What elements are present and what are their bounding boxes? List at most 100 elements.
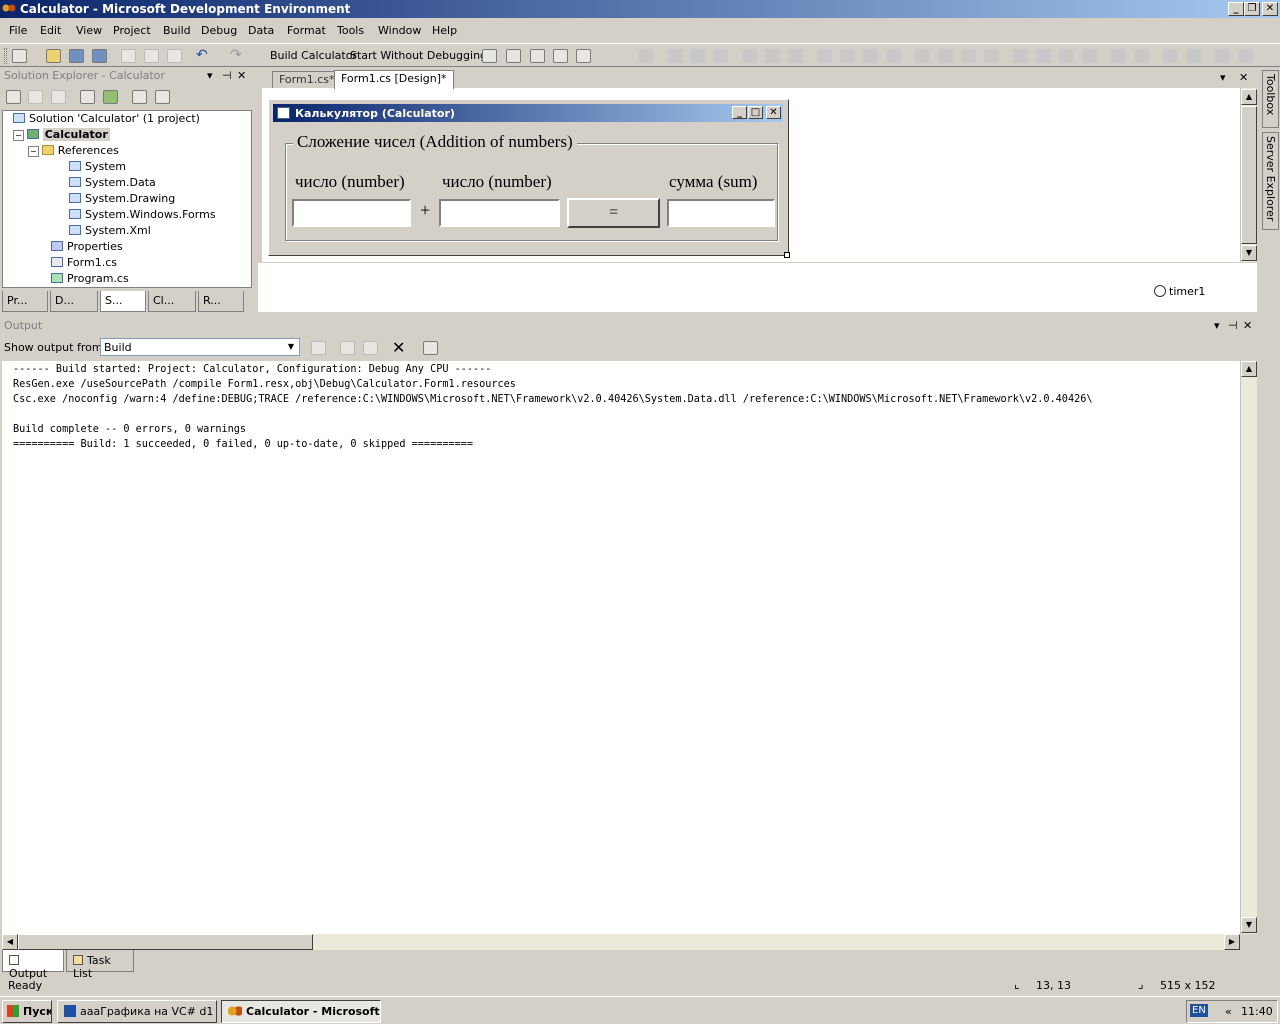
align-icon[interactable]: [668, 49, 683, 63]
order-icon[interactable]: [1186, 49, 1201, 63]
toolbar-tool-icon[interactable]: [576, 49, 591, 63]
scroll-left-icon[interactable]: ◀: [2, 934, 18, 950]
tree-item-reference[interactable]: System.Drawing: [69, 192, 175, 205]
menu-build[interactable]: Build: [163, 24, 191, 37]
tab-class-view[interactable]: Cl...: [148, 291, 196, 312]
tab-output[interactable]: Output: [2, 950, 64, 980]
textbox-sum[interactable]: [667, 199, 775, 227]
tree-item-reference[interactable]: System.Xml: [69, 224, 151, 237]
tree-item-references[interactable]: − References: [28, 144, 119, 157]
resize-handle[interactable]: [784, 252, 790, 258]
align-icon[interactable]: [638, 49, 653, 63]
label-sum[interactable]: сумма (sum): [669, 172, 757, 192]
menu-view[interactable]: View: [76, 24, 102, 37]
menu-file[interactable]: File: [9, 24, 27, 37]
scroll-thumb[interactable]: [18, 934, 313, 950]
cut-icon[interactable]: [121, 49, 136, 63]
align-icon[interactable]: [788, 49, 803, 63]
start-without-debugging-button[interactable]: Start Without Debugging: [350, 49, 487, 62]
scroll-up-icon[interactable]: ▲: [1241, 361, 1257, 377]
tab-form1-code[interactable]: Form1.cs*: [272, 71, 342, 88]
save-icon[interactable]: [69, 49, 84, 63]
tab-properties[interactable]: Pr...: [2, 291, 48, 312]
equals-button[interactable]: =: [567, 198, 660, 228]
toolbox-tab[interactable]: Toolbox: [1262, 70, 1279, 128]
redo-icon[interactable]: ↷: [230, 48, 245, 63]
spacing-icon[interactable]: [961, 49, 976, 63]
tree-item-reference[interactable]: System.Windows.Forms: [69, 208, 216, 221]
tab-dropdown-icon[interactable]: ▾: [1220, 72, 1226, 83]
menu-edit[interactable]: Edit: [40, 24, 61, 37]
toolbar-tool-icon[interactable]: [553, 49, 568, 63]
refresh-icon[interactable]: [103, 90, 118, 104]
spacing-icon[interactable]: [1082, 49, 1097, 63]
menu-window[interactable]: Window: [378, 24, 421, 37]
properties-icon[interactable]: [6, 90, 21, 104]
toolbar-tool-icon[interactable]: [530, 49, 545, 63]
undo-icon[interactable]: ↶: [196, 48, 211, 63]
scroll-right-icon[interactable]: ▶: [1224, 934, 1240, 950]
show-all-files-icon[interactable]: [80, 90, 95, 104]
pin-icon[interactable]: ⊣: [1228, 320, 1238, 331]
restore-button[interactable]: ❐: [1244, 2, 1260, 16]
menu-tools[interactable]: Tools: [337, 24, 364, 37]
dropdown-icon[interactable]: ▾: [207, 70, 213, 81]
taskbar-item-calculator[interactable]: Calculator - Microsoft...: [221, 1000, 381, 1023]
label-number-1[interactable]: число (number): [295, 172, 405, 192]
spacing-icon[interactable]: [915, 49, 930, 63]
prev-message-icon[interactable]: [340, 341, 355, 355]
output-vscroll[interactable]: ▲ ▼: [1240, 361, 1257, 934]
expand-tray-icon[interactable]: «: [1225, 1005, 1232, 1018]
pin-icon[interactable]: ⊣: [222, 70, 232, 81]
close-document-icon[interactable]: ✕: [1239, 72, 1248, 83]
align-icon[interactable]: [742, 49, 757, 63]
menu-format[interactable]: Format: [287, 24, 326, 37]
tree-item-reference[interactable]: System: [69, 160, 126, 173]
calculator-form[interactable]: Калькулятор (Calculator) _ □ ✕ Сложение …: [268, 99, 789, 256]
spacing-icon[interactable]: [984, 49, 999, 63]
go-to-line-icon[interactable]: [311, 341, 326, 355]
close-icon[interactable]: ✕: [237, 70, 246, 81]
server-explorer-tab[interactable]: Server Explorer: [1262, 132, 1279, 230]
size-icon[interactable]: [840, 49, 855, 63]
collapse-icon[interactable]: −: [13, 130, 24, 141]
tree-item-program[interactable]: Program.cs: [51, 272, 129, 285]
scroll-up-icon[interactable]: ▲: [1241, 89, 1257, 105]
order-icon[interactable]: [1163, 49, 1178, 63]
next-message-icon[interactable]: [363, 341, 378, 355]
align-icon[interactable]: [765, 49, 780, 63]
menu-help[interactable]: Help: [432, 24, 457, 37]
word-wrap-icon[interactable]: [423, 341, 438, 355]
menu-debug[interactable]: Debug: [201, 24, 237, 37]
spacing-icon[interactable]: [1059, 49, 1074, 63]
textbox-number-1[interactable]: [292, 199, 411, 227]
folder-icon[interactable]: [51, 90, 66, 104]
scroll-thumb[interactable]: [1241, 106, 1257, 244]
toolbar-tool-icon[interactable]: [482, 49, 497, 63]
align-icon[interactable]: [713, 49, 728, 63]
save-all-icon[interactable]: [92, 49, 107, 63]
output-source-select[interactable]: Build ▼: [100, 338, 300, 356]
dropdown-icon[interactable]: ▾: [1214, 320, 1220, 331]
copy-icon[interactable]: [144, 49, 159, 63]
show-files-icon[interactable]: [28, 90, 43, 104]
chevron-down-icon[interactable]: ▼: [284, 340, 298, 354]
timer1-component[interactable]: timer1: [1154, 285, 1205, 298]
clear-all-icon[interactable]: ✕: [392, 338, 405, 357]
label-number-2[interactable]: число (number): [442, 172, 552, 192]
center-icon[interactable]: [1111, 49, 1126, 63]
tree-item-form1[interactable]: Form1.cs: [51, 256, 117, 269]
start-button[interactable]: Пуск: [2, 1000, 52, 1023]
paste-icon[interactable]: [167, 49, 182, 63]
close-button[interactable]: ✕: [1262, 2, 1278, 16]
size-icon[interactable]: [817, 49, 832, 63]
tab-dynamic-help[interactable]: D...: [50, 291, 98, 312]
toolbar-tool-icon[interactable]: [506, 49, 521, 63]
plus-label[interactable]: +: [420, 200, 430, 221]
minimize-button[interactable]: _: [1228, 2, 1244, 16]
scroll-down-icon[interactable]: ▼: [1241, 245, 1257, 261]
tab-solution-explorer[interactable]: S...: [100, 291, 146, 312]
output-hscroll[interactable]: ◀ ▶: [2, 934, 1240, 950]
menu-data[interactable]: Data: [248, 24, 274, 37]
tab-order-icon[interactable]: [1215, 49, 1230, 63]
